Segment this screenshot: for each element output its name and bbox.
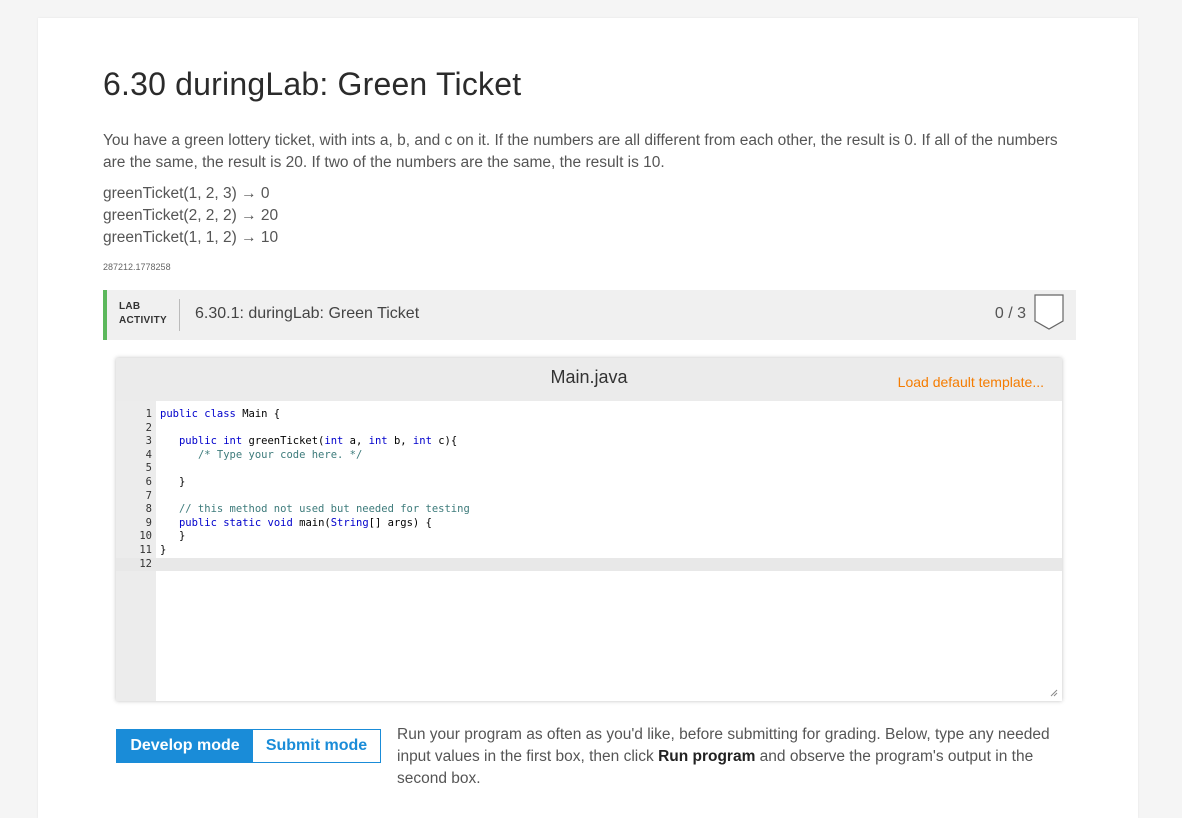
problem-description: You have a green lottery ticket, with in… [103,132,1058,171]
code-line[interactable]: 9 public static void main(String[] args)… [116,517,1062,531]
code-text: // this method not used but needed for t… [178,503,470,516]
line-number: 11 [139,544,152,556]
submit-mode-button[interactable]: Submit mode [253,730,380,762]
line-number: 8 [145,503,152,516]
mode-toggle: Develop mode Submit mode [116,729,381,763]
content-card: 6.30 duringLab: Green Ticket You have a … [38,18,1138,818]
line-number: 4 [145,448,152,461]
examples: greenTicket(1, 2, 3) → 0 greenTicket(2, … [103,183,278,249]
code-line[interactable]: 12 [116,557,1062,572]
run-program-emphasis: Run program [658,748,756,765]
example-2: greenTicket(2, 2, 2) → 20 [103,207,279,224]
code-editor-panel: Main.java Load default template... 1 publ… [116,358,1062,701]
code-line[interactable]: 10 } [116,530,1062,544]
lab-activity-header: LAB ACTIVITY 6.30.1: duringLab: Green Ti… [103,290,1076,340]
activity-id: 287212.1778258 [103,262,171,272]
code-text: public int greenTicket(int a, int b, int… [178,435,458,448]
code-text: /* Type your code here. */ [197,448,363,461]
develop-mode-button[interactable]: Develop mode [117,730,253,762]
example-3: greenTicket(1, 1, 2) → 10 [103,229,279,246]
line-number: 1 [145,408,152,420]
line-number: 2 [145,421,152,434]
code-text: public static void main(String[] args) { [178,516,432,529]
lab-divider [179,299,180,331]
line-number: 3 [145,435,152,448]
code-text: public class Main { [160,408,281,420]
code-text: } [160,544,167,556]
completion-badge-icon [1034,294,1064,330]
code-line[interactable]: 3 public int greenTicket(int a, int b, i… [116,435,1062,449]
lab-score: 0 / 3 [994,305,1026,322]
code-line[interactable]: 7 [116,490,1062,504]
code-text: } [160,476,186,488]
code-text: } [160,530,186,543]
lab-activity-name: 6.30.1: duringLab: Green Ticket [195,305,420,322]
code-line[interactable]: 1 public class Main { [116,408,1062,422]
example-1: greenTicket(1, 2, 3) → 0 [103,185,270,202]
editor-header: Main.java Load default template... [116,358,1062,401]
line-number: 12 [139,557,152,570]
line-number: 7 [145,489,152,502]
code-line[interactable]: 8 // this method not used but needed for… [116,503,1062,517]
load-default-template-link[interactable]: Load default template... [898,374,1044,390]
line-number: 9 [145,516,152,529]
code-line[interactable]: 5 [116,462,1062,476]
run-instructions: Run your program as often as you'd like,… [397,726,1050,787]
line-number: 6 [145,476,152,488]
code-line[interactable]: 11} [116,544,1062,558]
resize-handle-icon[interactable] [1050,689,1058,697]
code-line[interactable]: 2 [116,422,1062,436]
code-line[interactable]: 4 /* Type your code here. */ [116,449,1062,463]
lab-activity-tag: LAB ACTIVITY [119,301,167,326]
code-line[interactable]: 6 } [116,476,1062,490]
line-number: 5 [145,462,152,475]
line-number: 10 [139,530,152,543]
page-title: 6.30 duringLab: Green Ticket [103,66,522,102]
